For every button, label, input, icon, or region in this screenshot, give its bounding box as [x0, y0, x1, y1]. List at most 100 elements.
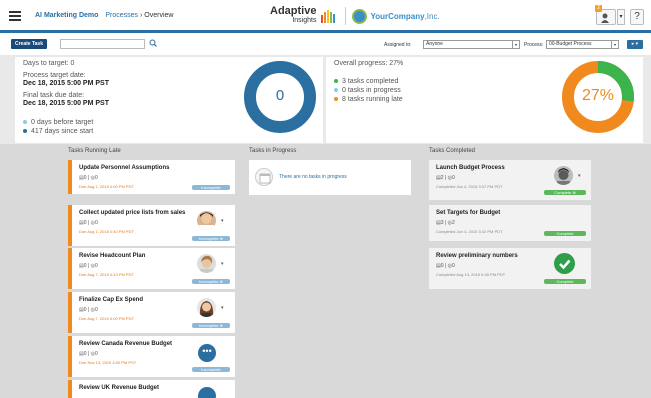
task-card[interactable]: Revise Headcount Plan ▤0 | ◎0 Due Aug 7,…	[68, 248, 235, 289]
task-counts: ▤0 | ◎0	[79, 307, 98, 313]
chevron-down-icon[interactable]: ▾	[221, 261, 224, 267]
process-label: Process:	[524, 42, 544, 48]
final-due-label: Final task due date:	[23, 92, 85, 99]
breadcrumb-project[interactable]: AI Marketing Demo	[35, 12, 98, 19]
task-title: Launch Budget Process	[436, 165, 505, 171]
assigned-select[interactable]: Anyone ▾	[423, 40, 520, 49]
task-counts: ▤0 | ◎0	[79, 175, 98, 181]
task-title: Revise Headcount Plan	[79, 253, 146, 259]
progress-donut-value: 27%	[581, 87, 615, 104]
task-counts: ▤2 | ◎0	[436, 175, 455, 181]
process-actions-button[interactable]: ▸ ▾	[627, 40, 643, 49]
app-header: AI Marketing Demo Processes › Overview A…	[0, 0, 651, 33]
create-task-button[interactable]: Create Task	[11, 39, 47, 49]
status-badge[interactable]: Incomplete ⊕	[192, 236, 230, 241]
company-logo: YourCompany,Inc.	[352, 8, 440, 24]
task-card[interactable]: Collect updated price lists from sales ▤…	[68, 205, 235, 246]
chevron-down-icon: ▾	[611, 41, 618, 48]
completed-text: 3 tasks completed	[342, 78, 399, 85]
task-due: Due Aug 7, 2015 5:00 PM PDT	[79, 316, 134, 321]
in-progress-text: 0 tasks in progress	[342, 87, 401, 94]
company-logo-icon	[352, 8, 368, 24]
days-donut-chart: 0	[243, 60, 317, 134]
breadcrumb-current: Overview	[144, 12, 174, 19]
task-completed: Completed Jun 4, 2015 3:37 PM PDT	[436, 184, 503, 189]
status-badge[interactable]: Incomplete	[192, 185, 230, 190]
task-card[interactable]: Review Canada Revenue Budget ▤0 | ◎0 Due…	[68, 336, 235, 377]
task-due: Due Aug 7, 2015 4:43 PM PDT	[79, 272, 134, 277]
user-icon	[601, 13, 609, 23]
status-badge[interactable]: Complete	[544, 231, 586, 236]
legend-dot	[334, 97, 338, 102]
days-donut-value: 0	[275, 87, 285, 104]
task-title: Review UK Revenue Budget	[79, 385, 160, 391]
task-counts: ▤0 | ◎0	[79, 263, 98, 269]
task-counts: ▤0 | ◎0	[79, 351, 98, 357]
more-icon[interactable]: •••	[198, 344, 216, 362]
avatar[interactable]	[197, 211, 216, 230]
completed-column-title: Tasks Completed	[429, 148, 476, 154]
process-select[interactable]: 00-Budget Process ▾	[546, 40, 619, 49]
progress-column-title: Tasks in Progress	[249, 148, 297, 154]
task-title: Update Personnel Assumptions	[79, 165, 170, 171]
task-counts: ▤0 | ◎0	[79, 220, 98, 226]
schedule-panel: Days to target: 0 Process target date: D…	[15, 57, 323, 143]
task-due: Due Aug 1, 2015 4:40 PM PDT	[79, 229, 134, 234]
days-to-target: Days to target: 0	[23, 60, 75, 67]
empty-progress-text: There are no tasks in progress	[279, 174, 347, 180]
days-since-text: 417 days since start	[31, 128, 94, 135]
process-target-value: Dec 18, 2015 5:00 PM PST	[23, 80, 109, 87]
late-text: 8 tasks running late	[342, 96, 403, 103]
task-title: Set Targets for Budget	[436, 210, 501, 216]
avatar[interactable]	[197, 298, 216, 317]
status-badge[interactable]: Incomplete	[192, 367, 230, 372]
assigned-label: Assigned to:	[384, 42, 412, 48]
logo-divider	[345, 7, 347, 25]
final-due-value: Dec 18, 2015 5:00 PM PST	[23, 100, 109, 107]
status-badge[interactable]: Incomplete ⊕	[192, 323, 230, 328]
task-card[interactable]: Launch Budget Process ▤2 | ◎0 Completed …	[429, 160, 591, 200]
legend-dot	[334, 79, 338, 84]
status-badge[interactable]: Complete ⊕	[544, 190, 586, 195]
legend-dot	[23, 129, 27, 134]
task-card[interactable]: Update Personnel Assumptions ▤0 | ◎0 Due…	[68, 160, 235, 194]
more-icon[interactable]	[198, 387, 216, 398]
adaptive-insights-logo: Adaptive Insights YourCompany,Inc.	[270, 5, 440, 27]
toolbar: Create Task Assigned to: Anyone ▾ Proces…	[0, 36, 651, 54]
task-title: Finalize Cap Ex Spend	[79, 297, 144, 303]
checkmark-icon	[554, 253, 575, 274]
task-card[interactable]: Review UK Revenue Budget	[68, 380, 235, 398]
legend-days-before: 0 days before target	[23, 119, 93, 126]
help-button[interactable]: ?	[630, 9, 644, 25]
process-target-label: Process target date:	[23, 72, 86, 79]
process-value: 00-Budget Process	[549, 41, 592, 47]
user-menu-button[interactable]: 2	[595, 5, 616, 25]
chevron-down-icon[interactable]: ▾	[221, 305, 224, 311]
chevron-down-icon: ▾	[512, 41, 519, 48]
task-card[interactable]: Finalize Cap Ex Spend ▤0 | ◎0 Due Aug 7,…	[68, 292, 235, 333]
legend-in-progress: 0 tasks in progress	[334, 87, 401, 94]
task-card[interactable]: Set Targets for Budget ▤3 | ◎2 Completed…	[429, 205, 591, 241]
menu-icon[interactable]	[9, 11, 21, 21]
search-icon[interactable]	[149, 39, 157, 47]
breadcrumb-separator: ›	[140, 12, 143, 19]
user-menu-caret[interactable]: ▾	[617, 9, 625, 25]
avatar[interactable]	[197, 254, 216, 273]
progress-donut-chart: 27%	[561, 60, 635, 134]
task-title: Collect updated price lists from sales	[79, 210, 186, 216]
status-badge[interactable]: Complete	[544, 279, 586, 284]
breadcrumb-processes[interactable]: Processes	[105, 12, 138, 19]
search-input[interactable]	[60, 39, 145, 49]
empty-progress-card: There are no tasks in progress	[249, 160, 411, 195]
calendar-icon	[255, 168, 273, 186]
logo-sub: Insights	[292, 17, 317, 24]
late-column-title: Tasks Running Late	[68, 148, 121, 154]
chevron-down-icon[interactable]: ▾	[221, 218, 224, 224]
days-before-text: 0 days before target	[31, 119, 94, 126]
company-name-bold: Your	[370, 11, 389, 21]
status-badge[interactable]: Incomplete ⊕	[192, 279, 230, 284]
task-completed: Completed Aug 14, 2015 9:45 PM PDT	[436, 272, 506, 277]
task-card[interactable]: Review preliminary numbers ▤0 | ◎0 Compl…	[429, 248, 591, 289]
avatar[interactable]	[554, 166, 573, 185]
chevron-down-icon[interactable]: ▾	[578, 173, 581, 179]
